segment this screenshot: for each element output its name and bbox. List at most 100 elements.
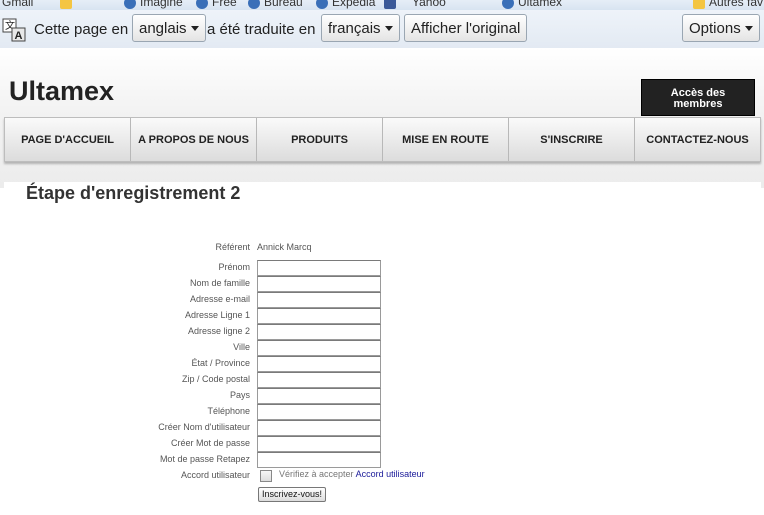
text-input[interactable] [257, 436, 381, 452]
field-label: Pays [229, 390, 250, 400]
bookmark-label: Imagine [140, 0, 183, 9]
nav-products[interactable]: PRODUITS [257, 118, 383, 161]
translate-prefix: Cette page en [34, 21, 129, 38]
bookmark-bureau[interactable]: Bureau [248, 0, 303, 9]
globe-icon [248, 0, 260, 9]
text-input[interactable] [257, 340, 381, 356]
svg-text:A: A [15, 30, 23, 42]
source-language-select[interactable]: anglais [132, 14, 206, 42]
text-input[interactable] [257, 388, 381, 404]
field-label: Adresse ligne 2 [187, 326, 250, 336]
globe-icon [316, 0, 328, 9]
form-row: Nom de famille [0, 276, 764, 292]
folder-icon [693, 0, 705, 9]
agreement-link[interactable]: Accord utilisateur [356, 469, 425, 479]
globe-icon [124, 0, 136, 9]
text-input[interactable] [257, 452, 381, 468]
chevron-down-icon [190, 25, 199, 31]
form-row-agreement: Accord utilisateur Vérifiez à accepter A… [0, 468, 764, 484]
bookmark-imagine[interactable]: Imagine [124, 0, 183, 9]
form-row: Ville [0, 340, 764, 356]
text-input[interactable] [257, 292, 381, 308]
page: Ultamex Accès des membres PAGE D'ACCUEIL… [0, 48, 764, 515]
text-input[interactable] [257, 324, 381, 340]
field-label: Nom de famille [189, 278, 250, 288]
bookmark-yahoo[interactable]: Yahoo [412, 0, 446, 9]
text-input[interactable] [257, 404, 381, 420]
bookmark-other[interactable]: Autres fav [693, 0, 763, 9]
bookmark-free[interactable]: Free [196, 0, 237, 9]
register-button[interactable]: Inscrivez-vous! [258, 487, 327, 502]
nav-register[interactable]: S'INSCRIRE [509, 118, 635, 161]
facebook-icon [384, 0, 396, 9]
form-row: Créer Nom d'utilisateur [0, 420, 764, 436]
form-row: Adresse ligne 2 [0, 324, 764, 340]
bookmark-label: Yahoo [412, 0, 446, 9]
bookmark-label: Bureau [264, 0, 303, 9]
text-input[interactable] [257, 260, 381, 276]
main-nav: PAGE D'ACCUEIL A PROPOS DE NOUS PRODUITS… [4, 117, 761, 162]
form-row: Téléphone [0, 404, 764, 420]
form-row: Zip / Code postal [0, 372, 764, 388]
options-button[interactable]: Options [682, 14, 760, 42]
source-language-value: anglais [139, 19, 187, 37]
field-label: Créer Mot de passe [170, 438, 250, 448]
options-label: Options [689, 19, 741, 37]
show-original-button[interactable]: Afficher l'original [404, 14, 528, 42]
text-input[interactable] [257, 308, 381, 324]
bookmark-facebook[interactable] [384, 0, 400, 9]
text-input[interactable] [257, 276, 381, 292]
translate-bar: 文 A Cette page en anglais a été traduite… [0, 10, 764, 49]
folder-icon[interactable] [60, 0, 76, 9]
field-label: Adresse Ligne 1 [184, 310, 250, 320]
text-input[interactable] [257, 420, 381, 436]
form-row: État / Province [0, 356, 764, 372]
bookmark-expedia[interactable]: Expedia [316, 0, 375, 9]
bookmark-ultamex[interactable]: Ultamex [502, 0, 562, 9]
form-row: Créer Mot de passe [0, 436, 764, 452]
field-label: Créer Nom d'utilisateur [158, 422, 250, 432]
agreement-text: Vérifiez à accepter Accord utilisateur [279, 469, 425, 479]
page-title: Étape d'enregistrement 2 [26, 183, 241, 203]
members-label-line2: membres [673, 98, 723, 110]
globe-icon [196, 0, 208, 9]
nav-about[interactable]: A PROPOS DE NOUS [131, 118, 257, 161]
bookmark-label: Free [212, 0, 237, 9]
field-label: Ville [233, 342, 250, 352]
referrer-value: Annick Marcq [257, 242, 312, 252]
form-row-referrer: Référent Annick Marcq [0, 240, 764, 256]
field-label: Zip / Code postal [181, 374, 250, 384]
field-label: Adresse e-mail [189, 294, 250, 304]
nav-getting-started[interactable]: MISE EN ROUTE [383, 118, 509, 161]
translate-middle: a été traduite en [207, 21, 316, 38]
site-logo[interactable]: Ultamex [9, 76, 114, 107]
target-language-select[interactable]: français [321, 14, 400, 42]
bookmark-gmail[interactable]: Gmail [2, 0, 33, 9]
agreement-prefix: Vérifiez à accepter [279, 469, 354, 479]
agreement-checkbox[interactable] [260, 470, 272, 482]
nav-contact[interactable]: CONTACTEZ-NOUS [635, 118, 760, 161]
show-original-label: Afficher l'original [411, 19, 521, 37]
nav-home[interactable]: PAGE D'ACCUEIL [5, 118, 131, 161]
globe-icon [502, 0, 514, 9]
chevron-down-icon [744, 25, 753, 31]
field-label: Mot de passe Retapez [159, 454, 250, 464]
form-row: Prénom [0, 260, 764, 276]
text-input[interactable] [257, 372, 381, 388]
translate-icon: 文 A [2, 18, 26, 42]
bookmark-label: Autres fav [709, 0, 764, 9]
referrer-label: Référent [215, 242, 250, 252]
bookmark-label: Ultamex [518, 0, 563, 9]
target-language-value: français [328, 19, 381, 37]
form-row: Adresse Ligne 1 [0, 308, 764, 324]
form-row: Mot de passe Retapez [0, 452, 764, 468]
field-label: Téléphone [207, 406, 250, 416]
bookmarks-bar: Gmail Imagine Free Bureau Expedia Yahoo … [0, 0, 764, 10]
field-label: État / Province [191, 358, 250, 368]
field-label: Prénom [218, 262, 250, 272]
text-input[interactable] [257, 356, 381, 372]
bookmark-label: Expedia [332, 0, 376, 9]
form-row: Adresse e-mail [0, 292, 764, 308]
members-access-button[interactable]: Accès des membres [641, 79, 755, 116]
agreement-label: Accord utilisateur [180, 470, 250, 480]
